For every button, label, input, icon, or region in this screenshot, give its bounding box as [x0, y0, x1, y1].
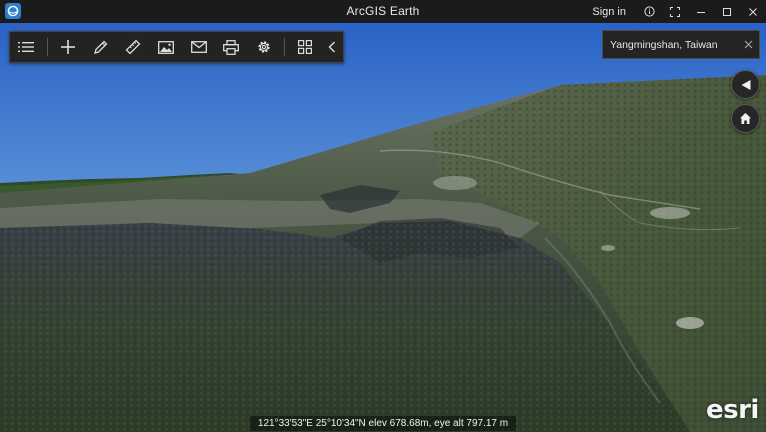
terrain-view	[0, 23, 766, 432]
minimize-button[interactable]	[688, 0, 714, 23]
maximize-icon	[723, 7, 731, 16]
search-input[interactable]: Yangmingshan, Taiwan	[603, 39, 737, 51]
measure-button[interactable]	[117, 32, 150, 62]
print-button[interactable]	[215, 32, 248, 62]
arcgis-earth-icon	[5, 3, 21, 19]
collapse-toolbar-button[interactable]	[322, 32, 343, 62]
layers-list-button[interactable]	[10, 32, 43, 62]
home-icon	[740, 113, 751, 124]
measure-icon	[125, 39, 141, 55]
esri-logo: esri	[706, 395, 759, 425]
add-icon	[60, 40, 75, 54]
settings-button[interactable]	[248, 32, 281, 62]
mail-icon	[190, 41, 207, 53]
clear-search-button[interactable]	[737, 31, 759, 58]
minimize-icon	[697, 11, 705, 13]
draw-button[interactable]	[84, 32, 117, 62]
print-icon	[223, 39, 240, 55]
layers-list-icon	[18, 42, 35, 52]
globe-scene-view[interactable]	[0, 23, 766, 432]
close-window-button[interactable]	[740, 0, 766, 23]
status-bar: 121°33'53"E 25°10'34"N elev 678.68m, eye…	[0, 414, 766, 432]
compass-arrow-icon	[741, 79, 750, 90]
image-button[interactable]	[150, 32, 183, 62]
compass-button[interactable]	[731, 70, 760, 99]
close-icon	[749, 7, 757, 16]
location-search-box[interactable]: Yangmingshan, Taiwan	[602, 30, 760, 59]
add-button[interactable]	[52, 32, 85, 62]
toolbar-divider	[46, 38, 48, 56]
fullscreen-button[interactable]	[662, 0, 688, 23]
sign-in-link[interactable]: Sign in	[592, 6, 626, 18]
image-icon	[157, 40, 174, 54]
maximize-button[interactable]	[714, 0, 740, 23]
close-icon	[744, 40, 752, 49]
apps-grid-icon	[298, 40, 313, 54]
fullscreen-icon	[670, 6, 680, 17]
info-icon	[643, 6, 655, 17]
info-button[interactable]	[636, 0, 662, 23]
share-mail-button[interactable]	[182, 32, 215, 62]
toolbar-divider	[284, 38, 286, 56]
draw-icon	[94, 40, 108, 54]
coordinate-readout: 121°33'53"E 25°10'34"N elev 678.68m, eye…	[249, 415, 517, 431]
title-bar: ArcGIS Earth Sign in	[0, 0, 766, 23]
main-toolbar	[9, 31, 344, 63]
home-button[interactable]	[731, 104, 760, 133]
collapse-chevron-icon	[328, 41, 336, 53]
apps-grid-button[interactable]	[289, 32, 322, 62]
settings-icon	[258, 41, 270, 53]
